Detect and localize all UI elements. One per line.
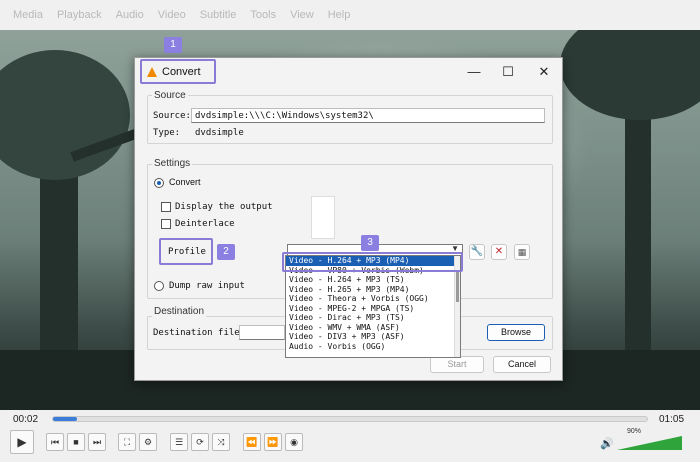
vlc-cone-icon [147,66,157,77]
close-button[interactable]: ✕ [533,62,555,82]
minimize-button[interactable]: — [463,62,485,82]
dialog-title: Convert [162,65,201,78]
fullscreen-button[interactable]: ⛶ [118,433,136,451]
browse-button[interactable]: Browse [487,324,545,341]
volume-slider-fill [617,436,682,450]
record-button[interactable]: ◉ [285,433,303,451]
step-badge-3: 3 [361,235,379,251]
new-profile-button[interactable]: ▦ [514,244,530,260]
type-value: dvdsimple [195,128,244,138]
menu-bar: Media Playback Audio Video Subtitle Tool… [0,0,700,30]
menu-playback[interactable]: Playback [57,9,102,21]
cancel-button[interactable]: Cancel [493,356,551,373]
menu-media[interactable]: Media [13,9,43,21]
volume-slider[interactable]: 90% [617,428,689,450]
menu-help[interactable]: Help [328,9,351,21]
menu-video[interactable]: Video [158,9,186,21]
preview-box [311,196,335,239]
volume-label: 90% [627,428,642,435]
random-button[interactable]: ⤨ [212,433,230,451]
start-button[interactable]: Start [430,356,484,373]
profile-label: Profile [168,247,206,257]
maximize-button[interactable]: ☐ [497,62,519,82]
profile-option[interactable]: Video - DIV3 + MP3 (ASF) [286,332,460,342]
previous-button[interactable]: ⏮ [46,433,64,451]
destination-file-input[interactable] [239,325,285,340]
profile-option[interactable]: Video - H.265 + MP3 (MP4) [286,285,460,295]
destination-group-label: Destination [152,306,207,317]
profile-option[interactable]: Video - H.264 + MP3 (TS) [286,275,460,285]
type-label: Type: [153,128,181,138]
menu-subtitle[interactable]: Subtitle [200,9,237,21]
frame-forward-button[interactable]: ⏩ [264,433,282,451]
stop-button[interactable]: ■ [67,433,85,451]
convert-label: Convert [169,177,201,187]
profile-option[interactable]: Video - Dirac + MP3 (TS) [286,313,460,323]
settings-group-label: Settings [152,158,193,169]
loop-button[interactable]: ⟳ [191,433,209,451]
time-elapsed: 00:02 [13,414,39,425]
source-label: Source: [153,111,191,121]
menu-view[interactable]: View [290,9,314,21]
display-output-label: Display the output [175,202,273,212]
delete-profile-button[interactable]: ✕ [491,244,507,260]
dialog-titlebar[interactable]: Convert — ☐ ✕ [135,58,562,86]
profile-option[interactable]: Video - MPEG-2 + MPGA (TS) [286,304,460,314]
seek-bar-fill [53,417,77,421]
volume-icon[interactable]: 🔊 [600,437,614,450]
seek-bar[interactable] [52,416,648,422]
profile-highlight: Profile [159,238,213,265]
source-value: dvdsimple:\\\C:\Windows\system32\ [195,111,374,121]
time-total: 01:05 [659,414,685,425]
playlist-button[interactable]: ☰ [170,433,188,451]
next-button[interactable]: ⏭ [88,433,106,451]
step-badge-1: 1 [164,37,182,53]
convert-radio[interactable] [154,178,164,188]
dump-raw-label: Dump raw input [169,281,245,291]
extended-settings-button[interactable]: ⚙ [139,433,157,451]
play-button[interactable]: ▶ [10,430,34,454]
player-controls: 00:02 01:05 ▶ ⏮ ■ ⏭ ⛶ ⚙ ☰ ⟳ ⤨ ⏪ ⏩ ◉ 🔊 90… [0,410,700,462]
frame-back-button[interactable]: ⏪ [243,433,261,451]
edit-profile-button[interactable]: 🔧 [469,244,485,260]
deinterlace-checkbox[interactable] [161,219,171,229]
profile-option[interactable]: Video - Theora + Vorbis (OGG) [286,294,460,304]
menu-audio[interactable]: Audio [116,9,144,21]
selected-option-highlight [282,252,463,272]
source-group-label: Source [152,90,188,101]
destination-file-label: Destination file: [153,328,246,338]
step-badge-2: 2 [217,244,235,260]
dump-raw-radio[interactable] [154,281,164,291]
profile-option[interactable]: Audio - Vorbis (OGG) [286,342,460,352]
source-input[interactable]: dvdsimple:\\\C:\Windows\system32\ [191,108,545,123]
display-output-checkbox[interactable] [161,202,171,212]
menu-tools[interactable]: Tools [250,9,276,21]
profile-option[interactable]: Video - WMV + WMA (ASF) [286,323,460,333]
dropdown-scroll-thumb[interactable] [456,272,459,302]
deinterlace-label: Deinterlace [175,219,235,229]
title-highlight: Convert [140,59,216,84]
